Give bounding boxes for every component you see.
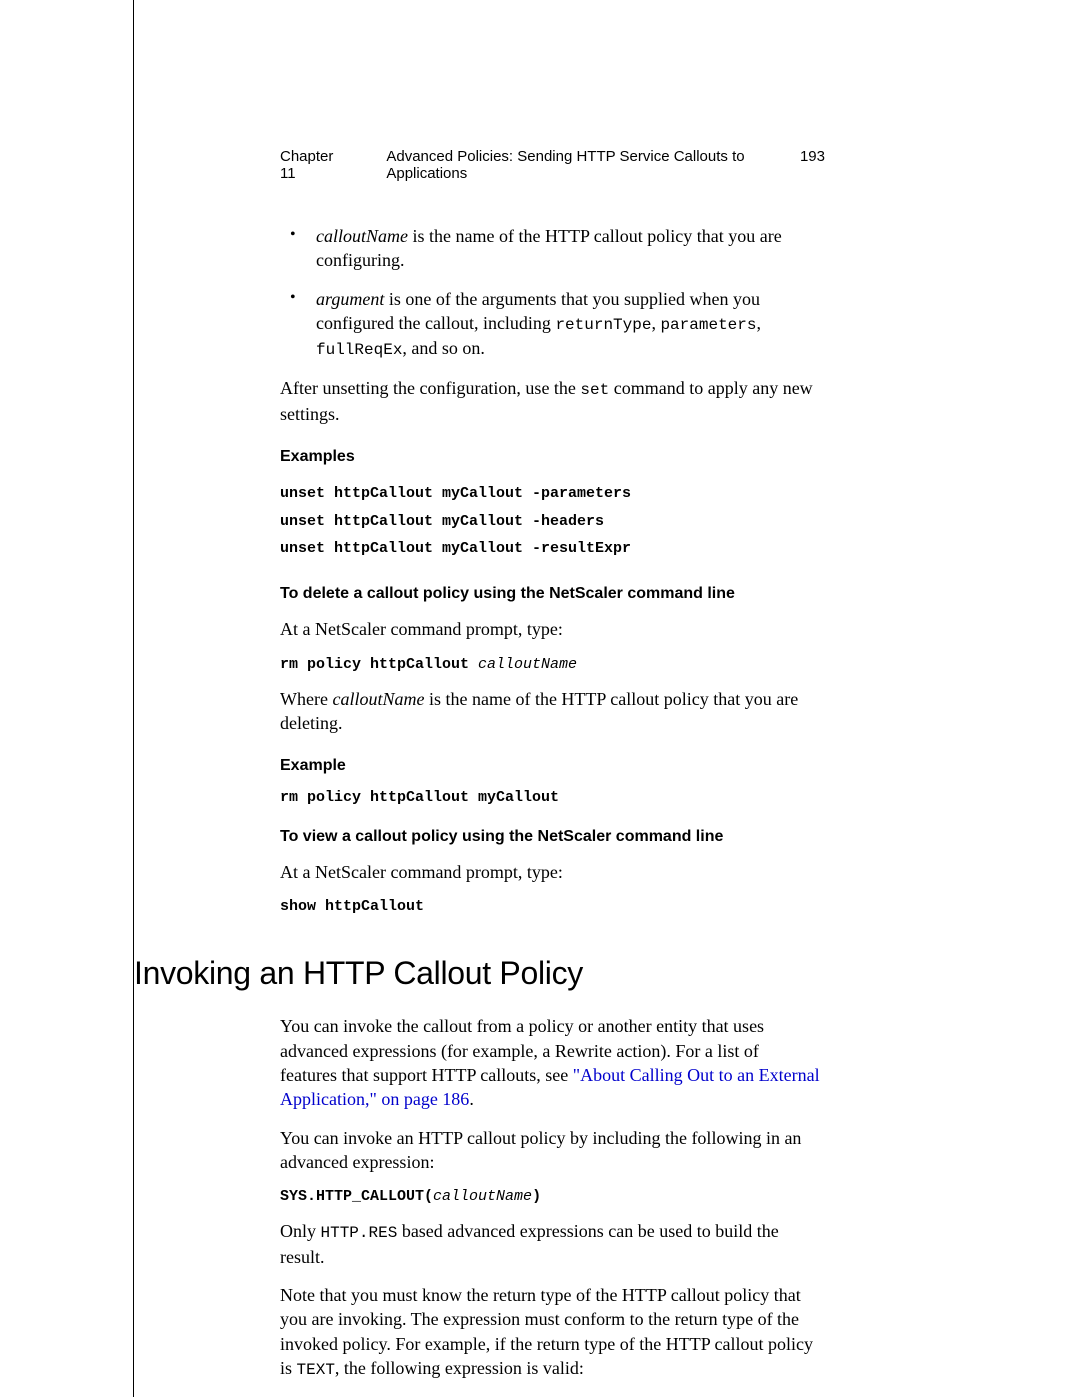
text: Only [280,1221,321,1241]
paragraph: At a NetScaler command prompt, type: [280,617,820,641]
code-prefix: rm policy httpCallout [280,656,478,673]
paragraph: Where calloutName is the name of the HTT… [280,687,820,736]
text: Where [280,689,332,709]
page-number: 193 [800,148,825,182]
header-title: Advanced Policies: Sending HTTP Service … [386,148,800,182]
term: argument [316,289,384,309]
page-header: Chapter 11 Advanced Policies: Sending HT… [280,148,825,182]
code: returnType [555,316,651,334]
vertical-rule [133,0,134,1397]
code-block: unset httpCallout myCallout -parameters … [280,480,820,563]
paragraph: You can invoke the callout from a policy… [280,1014,820,1111]
code: fullReqEx [316,341,402,359]
code: HTTP.RES [321,1224,398,1242]
code: parameters [660,316,756,334]
term: calloutName [316,226,408,246]
delete-heading: To delete a callout policy using the Net… [280,585,820,603]
list-item: calloutName is the name of the HTTP call… [280,224,820,273]
code-arg: calloutName [478,656,577,673]
content-body: calloutName is the name of the HTTP call… [280,224,820,915]
code: TEXT [297,1361,335,1379]
paragraph: At a NetScaler command prompt, type: [280,860,820,884]
examples-heading: Examples [280,448,820,466]
paragraph: After unsetting the configuration, use t… [280,376,820,426]
chapter-label: Chapter 11 [280,148,348,182]
text: . [469,1089,474,1109]
bullet-text: , and so on. [402,338,485,358]
code-line: SYS.HTTP_CALLOUT(calloutName) [280,1188,820,1205]
section-title: Invoking an HTTP Callout Policy [134,955,820,992]
code-line: rm policy httpCallout calloutName [280,656,820,673]
code-line: rm policy httpCallout myCallout [280,789,820,806]
bullet-list: calloutName is the name of the HTTP call… [280,224,820,362]
page-container: Chapter 11 Advanced Policies: Sending HT… [0,0,1080,1382]
term: calloutName [332,689,424,709]
code-arg: calloutName [433,1188,532,1205]
paragraph: Note that you must know the return type … [280,1283,820,1381]
code: set [580,381,609,399]
text: After unsetting the configuration, use t… [280,378,580,398]
code-line: unset httpCallout myCallout -resultExpr [280,535,820,563]
paragraph: Only HTTP.RES based advanced expressions… [280,1219,820,1269]
bullet-text: , [756,313,761,333]
view-heading: To view a callout policy using the NetSc… [280,828,820,846]
code-prefix: SYS.HTTP_CALLOUT( [280,1188,433,1205]
paragraph: You can invoke an HTTP callout policy by… [280,1126,820,1175]
code-line: unset httpCallout myCallout -headers [280,508,820,536]
text: , the following expression is valid: [335,1358,584,1378]
code-suffix: ) [532,1188,541,1205]
code-line: unset httpCallout myCallout -parameters [280,480,820,508]
example-heading: Example [280,757,820,775]
list-item: argument is one of the arguments that yo… [280,287,820,362]
code-line: show httpCallout [280,898,820,915]
